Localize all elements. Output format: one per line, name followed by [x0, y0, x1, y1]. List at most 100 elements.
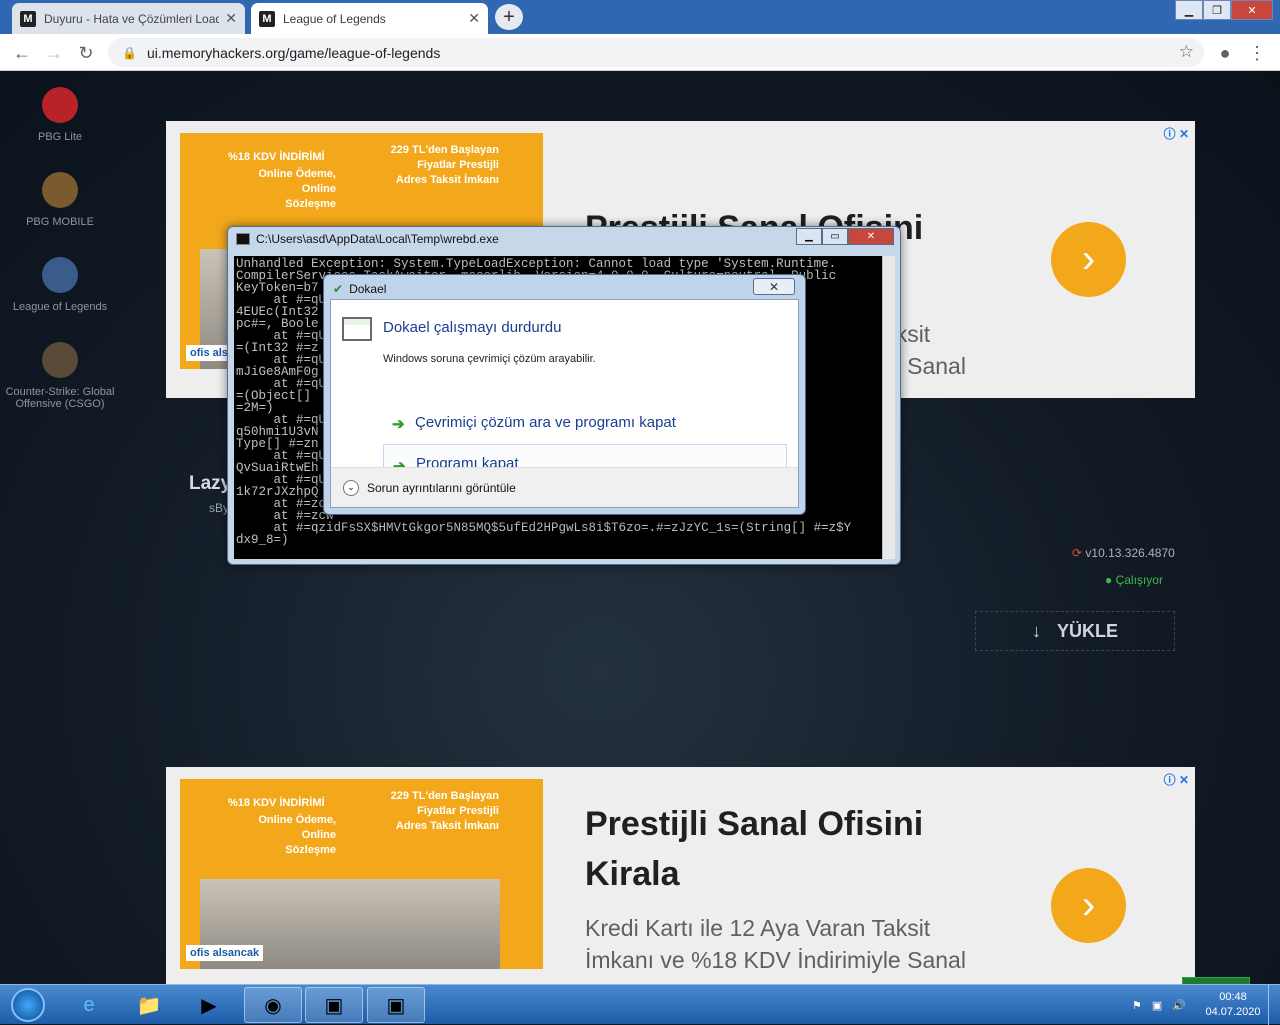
minimize-button[interactable]: ▁: [1175, 0, 1203, 20]
close-window-button[interactable]: ✕: [1231, 0, 1273, 20]
ad-discount-text: %18 KDV İNDİRİMİ: [228, 797, 325, 809]
dialog-close-button[interactable]: ✕: [753, 278, 795, 295]
dialog-title-icon: ✔: [333, 282, 344, 296]
system-tray: ⚑ ▣ 🔊 00:48 04.07.2020: [1132, 985, 1280, 1025]
game-label: PBG MOBILE: [26, 216, 94, 228]
download-button[interactable]: ↓ YÜKLE: [975, 611, 1175, 651]
show-desktop-button[interactable]: [1268, 985, 1280, 1025]
bookmark-star-icon[interactable]: ☆: [1179, 42, 1194, 62]
ad-discount-text: %18 KDV İNDİRİMİ: [228, 151, 325, 163]
new-tab-button[interactable]: +: [495, 4, 523, 30]
ad-subtext: Kredi Kartı ile 12 Aya Varan Taksit: [585, 915, 931, 941]
league-of-legends-logo: [42, 257, 78, 293]
explorer-icon[interactable]: 📁: [120, 987, 178, 1023]
ad-info-close-icon[interactable]: ⓘ ✕: [1164, 771, 1189, 788]
console-minimize-button[interactable]: ▁: [796, 228, 822, 245]
error-dialog[interactable]: ✔ Dokael ✕ Dokael çalışmayı durdurdu Win…: [323, 274, 806, 515]
ad-arrow-button[interactable]: ›: [1051, 222, 1126, 297]
network-icon[interactable]: ▣: [1152, 999, 1162, 1012]
refresh-icon: ⟳: [1072, 546, 1083, 560]
dialog-title-text: Dokael: [349, 282, 387, 296]
download-arrow-icon: ↓: [1031, 620, 1041, 641]
sidebar-game-pubg-mobile[interactable]: PBG MOBILE: [0, 172, 120, 228]
back-icon[interactable]: ←: [10, 41, 34, 65]
tab-title: Duyuru - Hata ve Çözümleri Load: [44, 11, 220, 26]
ad-payment-text: Online Ödeme, Online Sözleşme: [258, 814, 336, 856]
pubg-lite-logo: [42, 87, 78, 123]
pubg-mobile-logo: [42, 172, 78, 208]
tab-close-icon[interactable]: ✕: [225, 10, 237, 27]
dialog-heading: Dokael çalışmayı durdurdu: [383, 319, 562, 336]
game-label: League of Legends: [12, 301, 108, 313]
console-title-text: C:\Users\asd\AppData\Local\Temp\wrebd.ex…: [256, 232, 499, 246]
profile-icon[interactable]: ●: [1213, 41, 1237, 65]
dialog-body: Dokael çalışmayı durdurdu Windows soruna…: [330, 299, 799, 508]
ad-info-close-icon[interactable]: ⓘ ✕: [1164, 125, 1189, 142]
sidebar-game-pubg-lite[interactable]: PBG Lite: [0, 87, 120, 143]
dialog-details-footer[interactable]: ⌄ Sorun ayrıntılarını görüntüle: [331, 467, 798, 507]
ad-banner-bottom[interactable]: %18 KDV İNDİRİMİ Online Ödeme, Online Sö…: [166, 767, 1195, 984]
search-online-and-close-option[interactable]: ➔ Çevrimiçi çözüm ara ve programı kapat: [383, 403, 787, 442]
reload-icon[interactable]: ↻: [74, 41, 98, 65]
green-arrow-icon: ➔: [392, 416, 405, 433]
ad-headline: Prestijli Sanal Ofisini: [585, 805, 924, 843]
ad-headline-2: Kirala: [585, 855, 680, 893]
console-close-button[interactable]: ✕: [848, 228, 894, 245]
lock-icon: 🔒: [122, 45, 137, 60]
release-author: sBy: [209, 501, 230, 515]
csgo-logo: [42, 342, 78, 378]
details-label: Sorun ayrıntılarını görüntüle: [367, 480, 516, 495]
ad-arrow-button[interactable]: ›: [1051, 868, 1126, 943]
forward-icon[interactable]: →: [42, 41, 66, 65]
ad-brand-logo: ofis alsancak: [186, 945, 264, 961]
console-title: C:\Users\asd\AppData\Local\Temp\wrebd.ex…: [236, 232, 499, 246]
tab-close-icon[interactable]: ✕: [468, 10, 480, 27]
media-player-icon[interactable]: ▶: [180, 987, 238, 1023]
ad-price-text: 229 TL'den Başlayan Fiyatlar Prestijli A…: [390, 790, 499, 832]
clock[interactable]: 00:48 04.07.2020: [1198, 990, 1268, 1020]
game-label: PBG Lite: [37, 131, 83, 143]
flag-icon[interactable]: ⚑: [1132, 999, 1142, 1012]
chevron-down-icon[interactable]: ⌄: [343, 479, 359, 496]
status-text: Çalışıyor: [1115, 573, 1163, 587]
ad-payment-text: Online Ödeme, Online Sözleşme: [258, 168, 336, 210]
tab-title: League of Legends: [283, 11, 386, 26]
maximize-button[interactable]: ❐: [1203, 0, 1231, 20]
clock-date: 04.07.2020: [1205, 1006, 1261, 1018]
ie-icon[interactable]: e: [60, 987, 118, 1023]
sidebar-game-csgo[interactable]: Counter-Strike: Global Offensive (CSGO): [0, 342, 120, 410]
sidebar-game-lol[interactable]: League of Legends: [0, 257, 120, 313]
start-button[interactable]: [4, 985, 52, 1025]
memoryhackers-favicon: M: [20, 10, 36, 27]
ad-subtext-2: İmkanı ve %18 KDV İndirimiyle Sanal: [585, 947, 966, 973]
tab-league-of-legends[interactable]: M League of Legends ✕: [251, 3, 488, 34]
option-label: Çevrimiçi çözüm ara ve programı kapat: [415, 414, 676, 431]
version-text: v10.13.326.4870: [1085, 546, 1175, 560]
game-label: Counter-Strike: Global Offensive (CSGO): [5, 386, 115, 410]
console-maximize-button[interactable]: ▭: [822, 228, 848, 245]
chrome-taskbar-button[interactable]: ◉: [244, 987, 302, 1023]
console-taskbar-button[interactable]: ▣: [305, 987, 363, 1023]
dialog-title: ✔ Dokael: [333, 282, 386, 296]
program-window-icon: [342, 317, 372, 341]
dialog-message: Windows soruna çevrimiçi çözüm arayabili…: [383, 353, 596, 365]
taskbar: e 📁 ▶ ◉ ▣ ▣ ⚑ ▣ 🔊 00:48 04.07.2020: [0, 984, 1280, 1025]
version-label: ⟳ v10.13.326.4870: [1072, 546, 1175, 560]
release-title: Lazy: [189, 473, 232, 494]
address-bar[interactable]: 🔒 ui.memoryhackers.org/game/league-of-le…: [108, 38, 1204, 67]
status-badge: ● Çalışıyor: [1105, 573, 1163, 587]
console-window-buttons: ▁ ▭ ✕: [796, 228, 894, 245]
volume-icon[interactable]: 🔊: [1172, 999, 1186, 1012]
url-text: ui.memoryhackers.org/game/league-of-lege…: [146, 44, 441, 61]
dialog-taskbar-button[interactable]: ▣: [367, 987, 425, 1023]
browser-tab-strip: M Duyuru - Hata ve Çözümleri Load ✕ M Le…: [0, 0, 1280, 34]
ad-promo-image: %18 KDV İNDİRİMİ Online Ödeme, Online Sö…: [180, 779, 543, 969]
download-label: YÜKLE: [1056, 620, 1118, 641]
memoryhackers-favicon: M: [259, 10, 275, 27]
console-scrollbar[interactable]: [882, 256, 895, 559]
console-icon: [236, 233, 250, 245]
windows-orb-icon: [11, 988, 45, 1022]
tab-duyuru[interactable]: M Duyuru - Hata ve Çözümleri Load ✕: [12, 3, 245, 34]
like-button[interactable]: 👍: [1182, 977, 1250, 984]
menu-icon[interactable]: ⋮: [1245, 41, 1269, 65]
